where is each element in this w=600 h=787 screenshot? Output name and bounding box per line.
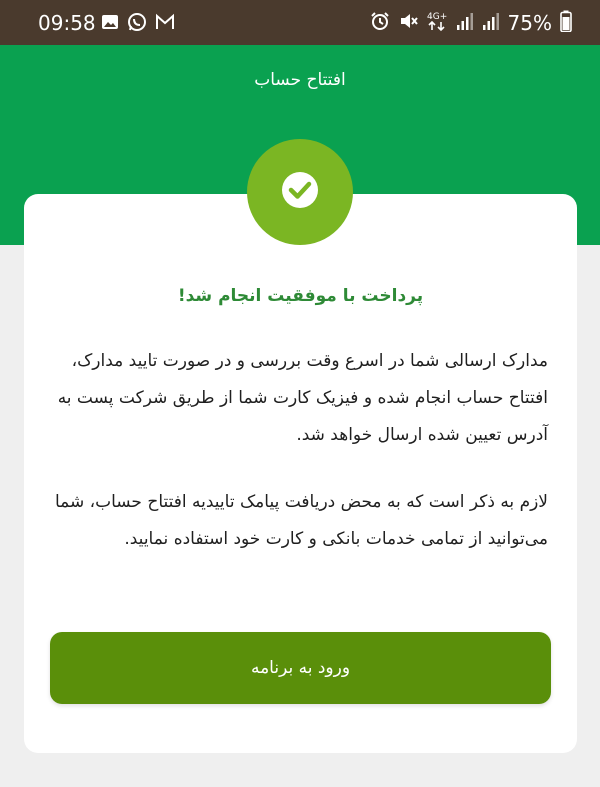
enter-app-button[interactable]: ورود به برنامه (50, 632, 551, 704)
battery-icon (560, 10, 572, 36)
status-time: 09:58 (38, 11, 96, 35)
mute-icon (398, 11, 418, 35)
status-bar: 09:58 4G+ 75% (0, 0, 600, 45)
page-title: افتتاح حساب (254, 70, 346, 90)
description-paragraph-2: لازم به ذکر است که به محض دریافت پیامک ت… (54, 492, 548, 549)
description-paragraph-1: مدارک ارسالی شما در اسرع وقت بررسی و در … (57, 351, 548, 445)
status-left-icons (101, 12, 175, 36)
alarm-icon (370, 11, 390, 35)
network-4g-icon: 4G+ (426, 10, 448, 36)
signal-icon (456, 11, 474, 35)
success-badge (247, 139, 353, 245)
battery-level: 75% (507, 11, 552, 35)
whatsapp-icon (127, 12, 147, 36)
svg-text:4G+: 4G+ (427, 12, 447, 22)
checkmark-icon (280, 170, 320, 214)
signal-icon (482, 11, 500, 35)
gmail-icon (155, 13, 175, 35)
gallery-icon (101, 13, 119, 35)
status-right-icons: 4G+ 75% (370, 10, 572, 36)
success-title: پرداخت با موفقیت انجام شد! (177, 286, 424, 306)
